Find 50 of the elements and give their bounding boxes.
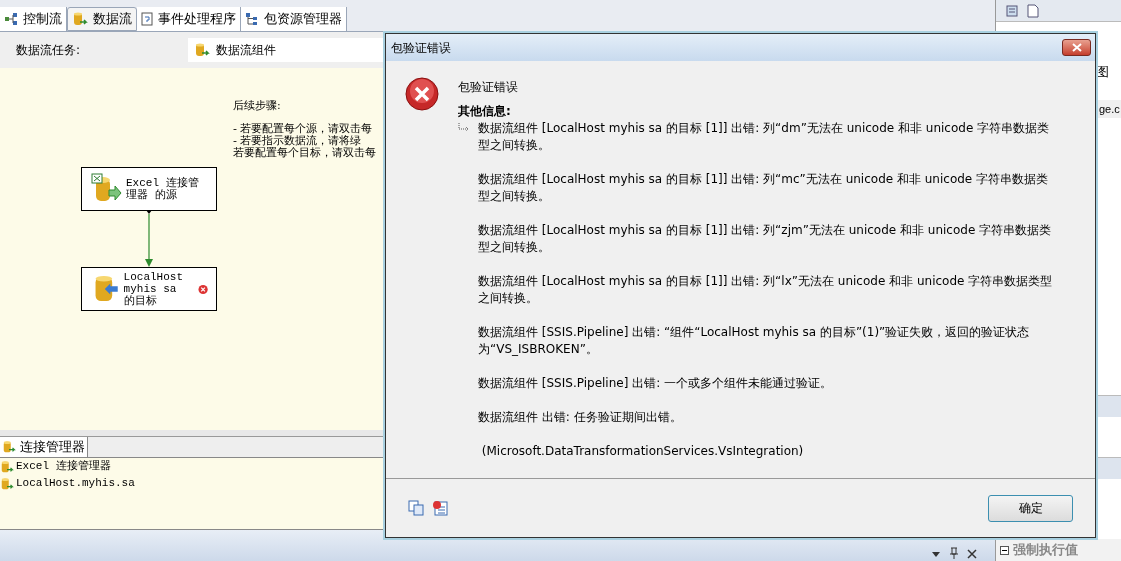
close-icon bbox=[1071, 43, 1082, 52]
pin-icon[interactable] bbox=[949, 547, 959, 559]
database-icon bbox=[72, 11, 88, 27]
document-icon bbox=[141, 12, 153, 26]
hint-line: 若要配置每个目标，请双击每 bbox=[233, 146, 376, 159]
info-label: 其他信息: bbox=[458, 103, 512, 120]
task-label: 数据流任务: bbox=[16, 42, 82, 59]
designer-tab[interactable]: 数据流 bbox=[67, 7, 137, 31]
ok-button[interactable]: 确定 bbox=[988, 494, 1073, 522]
error-message: 数据流组件 [LocalHost myhis sa 的目标 [1]] 出错: 列“lx”无法在 unicode 和非 unicode 字符串数据类型之间转换。 bbox=[478, 273, 1054, 307]
error-message: 数据流组件 [SSIS.Pipeline] 出错: 一个或多个组件未能通过验证。 bbox=[478, 375, 834, 392]
hint-line: - 若要配置每个源，请双击每 bbox=[233, 122, 373, 135]
error-message: 数据流组件 [SSIS.Pipeline] 出错: “组件“LocalHost myhis sa 的目标”(1)”验证失败，返回的验证状态为“VS_ISBROKEN”。 bbox=[478, 324, 1031, 358]
component-node[interactable]: LocalHost myhis sa 的目标 bbox=[81, 267, 217, 311]
database-icon bbox=[194, 42, 210, 58]
error-icon bbox=[405, 77, 439, 111]
branch-arrow-icon bbox=[458, 123, 470, 133]
node-label: Excel 连接管理器 的源 bbox=[126, 177, 200, 201]
details-icon[interactable] bbox=[432, 500, 448, 516]
dialog-heading: 包验证错误 bbox=[458, 79, 519, 96]
node-label: LocalHost myhis sa 的目标 bbox=[123, 271, 184, 307]
page-icon[interactable] bbox=[1026, 3, 1040, 18]
component-node[interactable]: Excel 连接管理器 的源 bbox=[81, 167, 217, 211]
tree-icon bbox=[245, 12, 259, 26]
close-button[interactable] bbox=[1062, 39, 1091, 56]
collapse-icon[interactable] bbox=[1000, 545, 1009, 555]
error-message: 数据流组件 [LocalHost myhis sa 的目标 [1]] 出错: 列“dm”无法在 unicode 和非 unicode 字符串数据类型之间转换。 bbox=[478, 120, 1051, 154]
connection-item[interactable]: LocalHost.myhis.sa bbox=[0, 475, 993, 492]
close-icon[interactable] bbox=[967, 549, 977, 559]
connection-item[interactable]: Excel 连接管理器 bbox=[0, 458, 993, 475]
designer-tab[interactable]: 事件处理程序 bbox=[137, 7, 241, 31]
designer-tab[interactable]: 包资源管理器 bbox=[241, 7, 347, 31]
path-arrow bbox=[144, 210, 154, 267]
flow-icon bbox=[4, 12, 18, 26]
connection-managers-tab[interactable]: 连接管理器 bbox=[0, 437, 88, 457]
designer-tab[interactable]: 控制流 bbox=[0, 7, 67, 31]
database-icon bbox=[2, 440, 16, 454]
dialog-title: 包验证错误 bbox=[391, 39, 451, 57]
dropdown-icon[interactable] bbox=[931, 549, 941, 559]
hint-title: 后续步骤: bbox=[233, 98, 281, 114]
database-icon bbox=[0, 476, 14, 491]
error-message: 数据流组件 出错: 任务验证期间出错。 bbox=[478, 409, 683, 426]
copy-icon[interactable] bbox=[408, 500, 424, 516]
error-message: 数据流组件 [LocalHost myhis sa 的目标 [1]] 出错: 列“zjm”无法在 unicode 和非 unicode 字符串数据类型之间转换。 bbox=[478, 222, 1053, 256]
error-message: 数据流组件 [LocalHost myhis sa 的目标 [1]] 出错: 列“mc”无法在 unicode 和非 unicode 字符串数据类型之间转换。 bbox=[478, 171, 1050, 205]
database-icon bbox=[0, 459, 14, 474]
property-category: 强制执行值 bbox=[1013, 541, 1078, 560]
panel-text: ge.c bbox=[1099, 102, 1120, 115]
hint-line: - 若要指示数据流，请将绿 bbox=[233, 134, 362, 147]
error-message: (Microsoft.DataTransformationServices.VsIntegration) bbox=[480, 443, 805, 460]
